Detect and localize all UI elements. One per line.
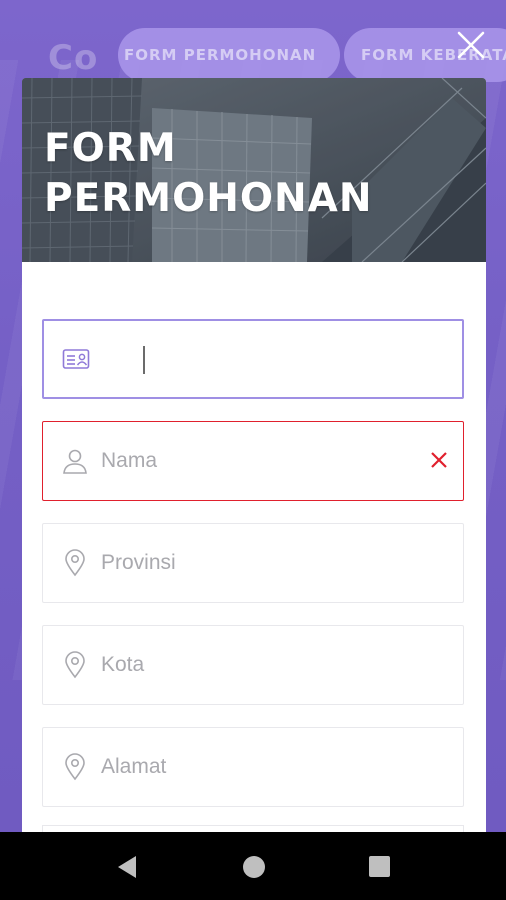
tab-form-permohonan[interactable]: FORM PERMOHONAN [118, 28, 340, 82]
location-pin-icon [61, 753, 89, 781]
address-field[interactable] [42, 727, 464, 807]
request-form [42, 319, 464, 829]
id-number-input[interactable] [102, 339, 402, 379]
location-pin-icon [61, 549, 89, 577]
title-line-1: FORM [44, 126, 177, 171]
form-modal: FORM PERMOHONAN [22, 78, 486, 838]
title-line-2: PERMOHONAN [44, 176, 373, 221]
clear-error-icon[interactable] [429, 450, 449, 470]
city-input[interactable] [101, 645, 401, 685]
user-icon [61, 447, 89, 475]
header-image: FORM PERMOHONAN [22, 78, 486, 262]
home-icon[interactable] [243, 856, 265, 878]
background-logo: Co [48, 38, 99, 78]
location-pin-icon [61, 651, 89, 679]
province-input[interactable] [101, 543, 401, 583]
page-title: FORM PERMOHONAN [44, 124, 372, 224]
id-card-icon [62, 345, 90, 373]
recents-icon[interactable] [369, 856, 390, 877]
back-icon[interactable] [116, 854, 138, 880]
close-icon[interactable] [456, 30, 486, 60]
name-input[interactable] [101, 441, 401, 481]
text-cursor [143, 346, 145, 374]
id-number-field[interactable] [42, 319, 464, 399]
name-field[interactable] [42, 421, 464, 501]
android-nav-bar [0, 832, 506, 900]
address-input[interactable] [101, 747, 401, 787]
city-field[interactable] [42, 625, 464, 705]
province-field[interactable] [42, 523, 464, 603]
